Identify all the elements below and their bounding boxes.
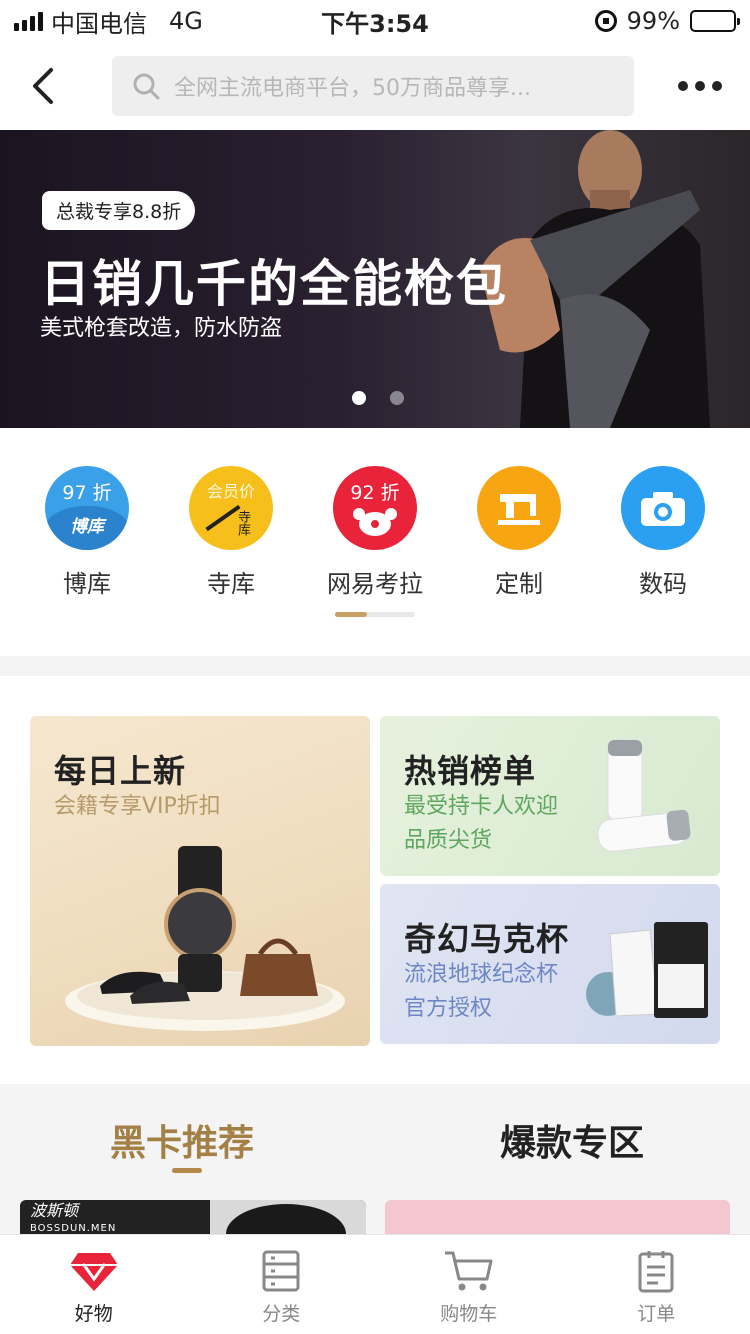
- secoo-icon: 会员价 寺库: [189, 466, 273, 550]
- category-scroll-indicator: [335, 612, 415, 617]
- pagination-dot[interactable]: [352, 391, 366, 405]
- search-input[interactable]: 全网主流电商平台，50万商品尊享...: [112, 56, 634, 116]
- category-row: 97 折 博库 博库 会员价 寺库 寺库 92 折 网易考拉 定制 数码: [0, 428, 750, 656]
- card-subtitle-line: 品质尖货: [404, 828, 493, 853]
- rotation-lock-icon: [594, 10, 617, 32]
- category-icon-text: 博库: [70, 517, 104, 537]
- category-digital[interactable]: 数码: [591, 466, 735, 599]
- tabbar-item-cart[interactable]: 购物车: [375, 1235, 563, 1334]
- card-subtitle: 最受持卡人欢迎 品质尖货: [404, 790, 558, 858]
- diamond-icon: [69, 1253, 118, 1291]
- card-subtitle-line: 官方授权: [404, 996, 493, 1021]
- sewing-machine-shape: [498, 494, 540, 525]
- promo-banner[interactable]: 总裁专享8.8折 日销几千的全能枪包 美式枪套改造，防水防盗: [0, 130, 750, 428]
- tabbar-label: 购物车: [440, 1303, 498, 1325]
- category-badge: 97 折: [62, 482, 112, 504]
- tabbar-label: 分类: [262, 1303, 301, 1325]
- category-label: 博库: [63, 570, 111, 598]
- category-icon-text: 寺库: [235, 510, 250, 536]
- card-title: 奇幻马克杯: [404, 920, 570, 958]
- tabbar-item-orders[interactable]: 订单: [563, 1235, 750, 1334]
- hot-list-card[interactable]: 热销榜单 最受持卡人欢迎 品质尖货: [380, 716, 720, 876]
- card-title: 每日上新: [54, 752, 187, 790]
- category-badge: 会员价: [206, 482, 255, 501]
- more-dot: [712, 81, 722, 91]
- banner-pagination: [352, 391, 404, 405]
- tab-hot-items[interactable]: 爆款专区: [500, 1114, 644, 1166]
- tabbar-label: 订单: [637, 1303, 676, 1325]
- network-type: 4G: [169, 7, 203, 35]
- category-bookstore[interactable]: 97 折 博库 博库: [15, 466, 159, 599]
- nav-bar: 全网主流电商平台，50万商品尊享...: [0, 42, 750, 130]
- camera-icon: [621, 466, 705, 550]
- koala-icon: 92 折: [333, 466, 417, 550]
- banner-subtitle: 美式枪套改造，防水防盗: [40, 316, 283, 341]
- bookstore-icon: 97 折 博库: [45, 466, 129, 550]
- back-button[interactable]: [0, 42, 88, 130]
- shaver-image: [597, 739, 691, 852]
- search-icon: [133, 73, 160, 100]
- chevron-left-icon: [33, 68, 53, 104]
- pagination-dot[interactable]: [390, 391, 404, 405]
- product-brand-name: 波斯顿: [30, 1201, 79, 1220]
- category-label: 定制: [495, 570, 543, 598]
- card-subtitle: 会籍专享VIP折扣: [54, 794, 221, 819]
- mug-image: [586, 922, 708, 1018]
- carrier-name: 中国电信: [51, 9, 147, 38]
- card-subtitle: 流浪地球纪念杯 官方授权: [404, 958, 558, 1026]
- status-bar: 中国电信 4G 下午3:54 99%: [0, 0, 750, 42]
- card-subtitle-line: 流浪地球纪念杯: [404, 962, 559, 987]
- tabbar-item-category[interactable]: 分类: [188, 1235, 376, 1334]
- category-custom[interactable]: 定制: [447, 466, 591, 599]
- signal-icon: [14, 11, 43, 31]
- category-label: 寺库: [207, 570, 255, 598]
- cart-icon: [444, 1251, 493, 1291]
- section-tabs: 黑卡推荐 爆款专区 波斯顿 BOSSDUN.MEN: [0, 1084, 750, 1240]
- tab-underline: [172, 1168, 202, 1173]
- category-secoo[interactable]: 会员价 寺库 寺库: [159, 466, 303, 599]
- search-placeholder: 全网主流电商平台，50万商品尊享...: [174, 76, 531, 101]
- status-right: 99%: [594, 7, 740, 35]
- scroll-indicator-fill: [335, 612, 367, 617]
- more-dot: [695, 81, 705, 91]
- tabbar-item-goods[interactable]: 好物: [0, 1235, 188, 1334]
- tabbar-label: 好物: [74, 1303, 113, 1325]
- category-label: 数码: [639, 570, 687, 598]
- promo-section: 每日上新 会籍专享VIP折扣 热销榜单 最受持卡人欢迎 品质尖货 奇幻马克杯 流…: [0, 676, 750, 1084]
- more-dot: [678, 81, 688, 91]
- watch-shoes-bag-image: [65, 846, 345, 1031]
- card-title: 热销榜单: [404, 752, 537, 790]
- category-label: 网易考拉: [327, 570, 423, 598]
- battery-percent: 99%: [626, 7, 680, 35]
- mug-card[interactable]: 奇幻马克杯 流浪地球纪念杯 官方授权: [380, 884, 720, 1044]
- card-subtitle-line: 最受持卡人欢迎: [404, 794, 559, 819]
- banner-tag: 总裁专享8.8折: [42, 191, 196, 230]
- daily-new-card[interactable]: 每日上新 会籍专享VIP折扣: [30, 716, 370, 1046]
- battery-icon: [690, 10, 740, 32]
- bottom-tab-bar: 好物 分类 购物车 订单: [0, 1234, 750, 1334]
- tab-black-card[interactable]: 黑卡推荐: [110, 1114, 254, 1166]
- category-badge: 92 折: [350, 482, 400, 504]
- more-button[interactable]: [650, 42, 750, 130]
- banner-title: 日销几千的全能枪包: [40, 255, 508, 313]
- sewing-machine-icon: [477, 466, 561, 550]
- product-brand: 波斯顿 BOSSDUN.MEN: [30, 1202, 116, 1238]
- category-kaola[interactable]: 92 折 网易考拉: [303, 466, 447, 599]
- camera-shape: [641, 492, 685, 526]
- order-icon: [638, 1251, 674, 1293]
- category-icon: [262, 1250, 300, 1292]
